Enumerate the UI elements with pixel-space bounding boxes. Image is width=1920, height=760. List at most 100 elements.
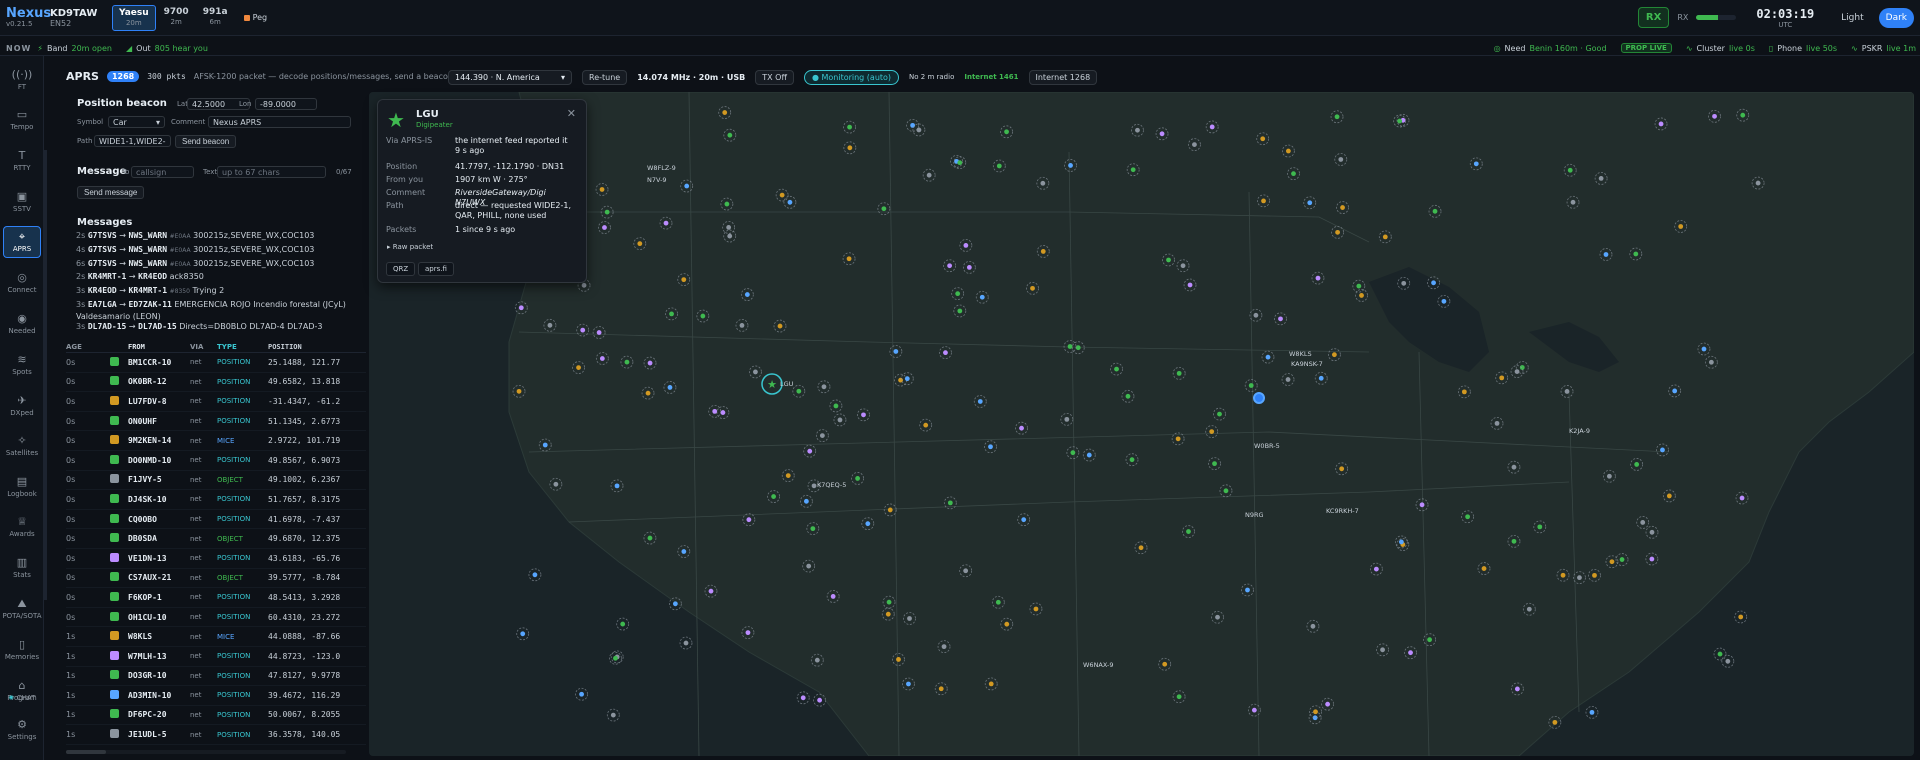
table-row[interactable]: 0s ON0UHF net POSITION 51.1345, 2.6773 [66,412,366,432]
nav-item-sstv[interactable]: ▣ SSTV [3,186,41,218]
message-item[interactable]: 3s EA7LGA → ED7ZAK-11 EMERGENCIA ROJO In… [76,299,361,321]
popup-key: Packets [386,225,417,234]
table-row[interactable]: 0s VE1DN-13 net POSITION 43.6183, -65.76 [66,549,366,569]
internet-live-count[interactable]: Internet 1461 [964,73,1018,81]
send-message-button[interactable]: Send message [77,186,145,199]
row-age: 0s [66,534,76,544]
nav-item-ft[interactable]: ((·)) FT [3,64,41,96]
radio-tab-yaesu[interactable]: Yaesu 20m [112,4,156,31]
theme-light-button[interactable]: Light [1834,8,1870,28]
popup-value: 1907 km W · 275° [455,175,528,184]
comment-input[interactable] [208,116,351,128]
map-label-kc9rkh: KC9RKH-7 [1326,507,1359,515]
table-row[interactable]: 1s W8KLS net MICE 44.0888, -87.66 [66,627,366,647]
hscroll-thumb[interactable] [66,750,106,754]
nav-item-chat[interactable]: ◉ CHAT [3,690,41,706]
frequency-select[interactable]: 144.390 · N. America ▾ [448,69,572,85]
nav-item-connect[interactable]: ◎ Connect [3,267,41,299]
nav-item-pota-sota[interactable]: ⛰ POTA/SOTA [2,593,41,625]
message-item[interactable]: 2s G7TSVS → NWS_WARN #E0AA 300215z,SEVER… [76,230,361,244]
rx-button[interactable]: RX [1637,7,1670,28]
sstv-icon: ▣ [16,190,28,203]
nav-item-settings[interactable]: ⚙ Settings [3,714,41,746]
table-row[interactable]: 0s CQ0OBO net POSITION 41.6978, -7.437 [66,510,366,530]
nav-scrollbar[interactable] [44,150,47,600]
marker-dot [995,599,1001,605]
nav-item-rtty[interactable]: T RTTY [3,145,41,177]
row-type: POSITION [217,377,251,386]
now-pskr[interactable]: ∿ PSKR live 1m [1851,44,1916,53]
retune-button[interactable]: Re-tune [582,69,628,85]
table-row[interactable]: 0s 9M2KEN-14 net MICE 2.9722, 101.719 [66,431,366,451]
now-out[interactable]: ◢ Out 805 hear you [126,44,208,53]
message-item[interactable]: 3s DL7AD-15 → DL7AD-15 Directs=DB0BLO DL… [76,321,361,335]
lon-input[interactable] [255,98,317,110]
table-row[interactable]: 0s OK0BR-12 net POSITION 49.6582, 13.818 [66,373,366,393]
table-row[interactable]: 1s JE1UDL-5 net POSITION 36.3578, 140.05 [66,725,366,745]
raw-packet-toggle[interactable]: ▸ Raw packet [387,243,433,251]
text-input[interactable] [217,166,326,178]
peg-toggle[interactable]: Peg [243,13,267,22]
table-row[interactable]: 0s OH1CU-10 net POSITION 60.4310, 23.272 [66,608,366,628]
nav-item-needed[interactable]: ◉ Needed [3,308,41,340]
row-type: MICE [217,632,235,641]
nav-item-awards[interactable]: ♕ Awards [3,511,41,543]
home-location-icon[interactable] [1253,392,1265,404]
qrz-button[interactable]: QRZ [386,262,416,276]
message-item[interactable]: 2s KR4MRT-1 → KR4EOD ack8350 [76,271,361,285]
table-row[interactable]: 0s DJ4SK-10 net POSITION 51.7657, 8.3175 [66,490,366,510]
col-type[interactable]: TYPE [217,343,268,351]
col-via[interactable]: VIA [190,343,217,351]
table-hscrollbar[interactable] [66,750,346,754]
table-row[interactable]: 1s DF6PC-20 net POSITION 50.0067, 8.2055 [66,706,366,726]
aprs-count-badge: 1268 [106,71,140,82]
nav-item-logbook[interactable]: ▤ Logbook [3,471,41,503]
now-phone[interactable]: ▯ Phone live 50s [1769,44,1837,53]
map-canvas[interactable]: ★ LGU W8KLS KA9NSK-7 K2JA-9 W0BR-5 KC9RK… [369,92,1914,756]
table-row[interactable]: 0s CS7AUX-21 net OBJECT 39.5777, -8.784 [66,569,366,589]
radio-tab-991a[interactable]: 991a 6m [197,5,234,31]
table-row[interactable]: 1s W7MLH-13 net POSITION 44.8723, -123.0 [66,647,366,667]
table-row[interactable]: 0s F1JVY-5 net OBJECT 49.1002, 6.2367 [66,471,366,491]
map-label-w8kls: W8KLS [1289,350,1312,358]
table-row[interactable]: 0s DO0NMD-10 net POSITION 49.8567, 6.9073 [66,451,366,471]
message-text: Directs=DB0BLO DL7AD-4 DL7AD-3 [179,321,323,331]
nav-item-aprs[interactable]: ⌖ APRS [3,226,41,258]
nav-item-spots[interactable]: ≋ Spots [3,349,41,381]
nav-item-satellites[interactable]: ✧ Satellites [3,430,41,462]
nav-item-dxped[interactable]: ✈ DXped [3,390,41,422]
nav-item-stats[interactable]: ▥ Stats [3,552,41,584]
send-beacon-button[interactable]: Send beacon [175,135,237,148]
message-item[interactable]: 3s KR4EOD → KR4MRT-1 #8350 Trying 2 [76,285,361,299]
table-row[interactable]: 0s BM1CCR-10 net POSITION 25.1488, 121.77 [66,353,366,373]
internet-count-button[interactable]: Internet 1268 [1028,69,1098,85]
col-from[interactable]: FROM [128,343,190,351]
now-band[interactable]: ⚡ Band 20m open [37,44,112,53]
aprsfi-button[interactable]: aprs.fi [418,262,454,276]
aprs-map[interactable]: ★ LGU W8KLS KA9NSK-7 K2JA-9 W0BR-5 KC9RK… [369,92,1914,756]
symbol-select[interactable]: Car ▾ [108,116,165,128]
path-input[interactable] [94,135,171,147]
radio-tab-9700[interactable]: 9700 2m [158,5,195,31]
tx-toggle[interactable]: TX Off [755,69,794,85]
nav-item-memories[interactable]: ▯ Memories [3,634,41,666]
now-band-value: 20m open [71,43,112,53]
col-age[interactable]: AGE [66,343,100,351]
table-row[interactable]: 1s DO3GR-10 net POSITION 47.8127, 9.9778 [66,667,366,687]
now-need[interactable]: ◎ Need Benin 160m · Good [1494,44,1607,53]
monitoring-toggle[interactable]: ● Monitoring (auto) [803,69,900,85]
marker-dot [532,572,538,578]
marker-dot [896,657,901,662]
nav-item-tempo[interactable]: ▭ Tempo [3,104,41,136]
col-position[interactable]: POSITION [268,343,366,351]
theme-dark-button[interactable]: Dark [1878,7,1914,28]
now-cluster[interactable]: ∿ Cluster live 0s [1686,44,1755,53]
table-row[interactable]: 0s F6KOP-1 net POSITION 48.5413, 3.2928 [66,588,366,608]
table-row[interactable]: 0s DB0SDA net OBJECT 49.6870, 12.375 [66,529,366,549]
close-icon[interactable]: ✕ [567,107,576,120]
message-item[interactable]: 4s G7TSVS → NWS_WARN #E0AA 300215z,SEVER… [76,244,361,258]
table-row[interactable]: 0s LU7FDV-8 net POSITION -31.4347, -61.2 [66,392,366,412]
message-item[interactable]: 6s G7TSVS → NWS_WARN #E0AA 300215z,SEVER… [76,258,361,272]
to-input[interactable] [131,166,194,178]
table-row[interactable]: 1s AD3MIN-10 net POSITION 39.4672, 116.29 [66,686,366,706]
